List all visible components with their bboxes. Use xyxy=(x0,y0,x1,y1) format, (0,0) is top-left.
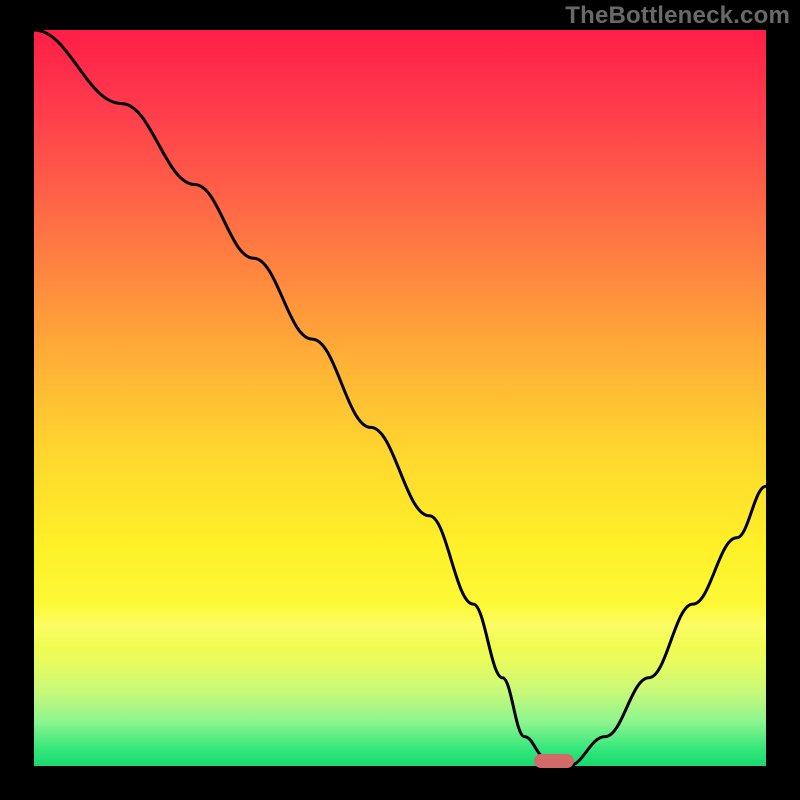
watermark-text: TheBottleneck.com xyxy=(565,2,790,30)
chart-frame: TheBottleneck.com xyxy=(0,0,800,800)
curve-path xyxy=(34,30,766,766)
bottleneck-curve xyxy=(34,30,766,766)
optimal-marker xyxy=(534,754,574,768)
plot-area xyxy=(34,30,766,766)
